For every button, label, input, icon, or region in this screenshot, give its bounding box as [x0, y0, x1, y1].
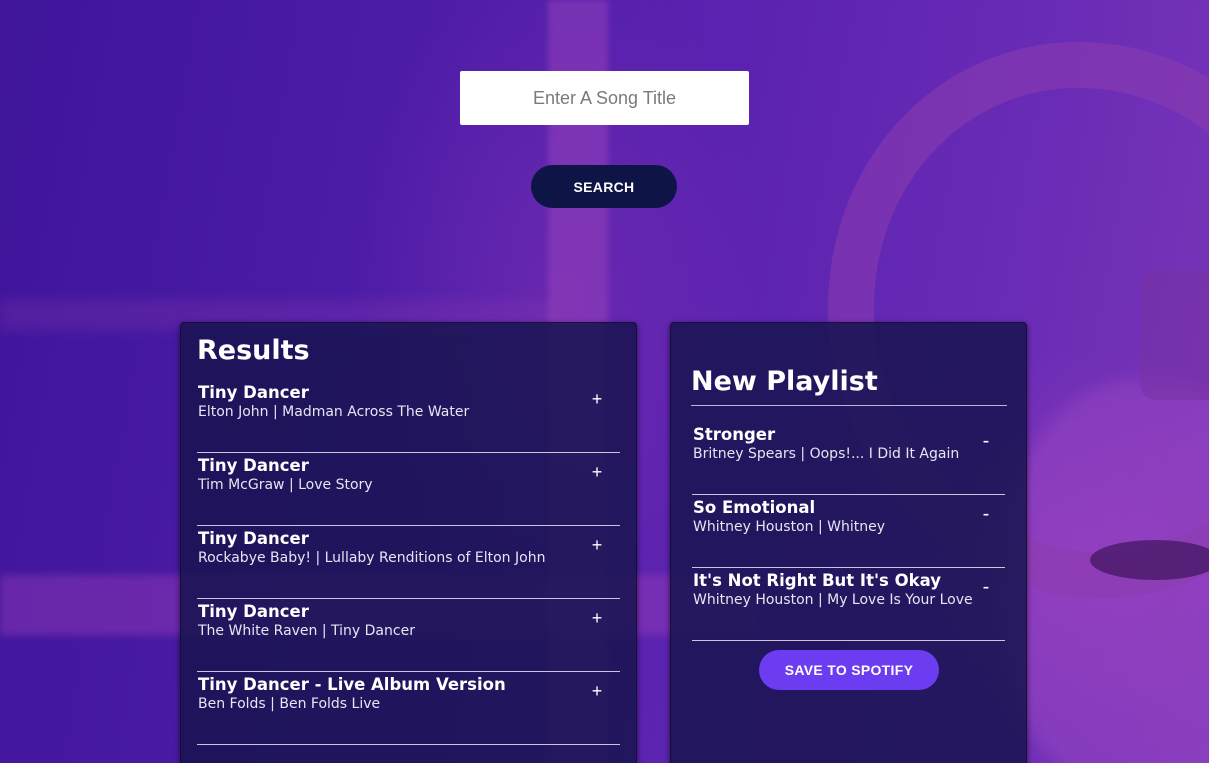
- results-title: Results: [197, 335, 310, 366]
- results-panel: Results Tiny Dancer Elton John | Madman …: [180, 322, 637, 763]
- playlist-name-input[interactable]: New Playlist: [691, 366, 1007, 406]
- track-name: So Emotional: [693, 498, 816, 517]
- track-name: Tiny Dancer - Live Album Version: [198, 675, 506, 694]
- remove-track-button[interactable]: -: [973, 428, 999, 454]
- track-name: Tiny Dancer: [198, 529, 309, 548]
- add-track-button[interactable]: +: [584, 605, 610, 631]
- track-info: Tim McGraw | Love Story: [198, 477, 373, 493]
- track-name: Tiny Dancer: [198, 602, 309, 621]
- track-info: Whitney Houston | Whitney: [693, 519, 885, 535]
- track-name: Tiny Dancer: [198, 456, 309, 475]
- result-track: Tiny Dancer The White Raven | Tiny Dance…: [197, 599, 620, 672]
- track-name: Stronger: [693, 425, 776, 444]
- playlist-track: It's Not Right But It's Okay Whitney Hou…: [692, 568, 1005, 641]
- track-info: Britney Spears | Oops!... I Did It Again: [693, 446, 960, 462]
- add-track-button[interactable]: +: [584, 459, 610, 485]
- song-search-input[interactable]: [460, 71, 749, 125]
- track-info: Ben Folds | Ben Folds Live: [198, 696, 381, 712]
- track-info: Rockabye Baby! | Lullaby Renditions of E…: [198, 550, 546, 566]
- result-track: Tiny Dancer Rockabye Baby! | Lullaby Ren…: [197, 526, 620, 599]
- add-track-button[interactable]: +: [584, 532, 610, 558]
- playlist-track-list: Stronger Britney Spears | Oops!... I Did…: [692, 422, 1005, 641]
- remove-track-button[interactable]: -: [973, 501, 999, 527]
- track-info: Whitney Houston | My Love Is Your Love: [693, 592, 973, 608]
- playlist-panel: New Playlist Stronger Britney Spears | O…: [670, 322, 1027, 763]
- save-to-spotify-button[interactable]: SAVE TO SPOTIFY: [759, 650, 939, 690]
- track-name: It's Not Right But It's Okay: [693, 571, 941, 590]
- add-track-button[interactable]: +: [584, 386, 610, 412]
- search-button[interactable]: SEARCH: [531, 165, 677, 208]
- remove-track-button[interactable]: -: [973, 574, 999, 600]
- playlist-track: So Emotional Whitney Houston | Whitney -: [692, 495, 1005, 568]
- results-track-list: Tiny Dancer Elton John | Madman Across T…: [197, 380, 620, 745]
- result-track: Tiny Dancer Tim McGraw | Love Story +: [197, 453, 620, 526]
- add-track-button[interactable]: +: [584, 678, 610, 704]
- track-info: The White Raven | Tiny Dancer: [198, 623, 415, 639]
- track-info: Elton John | Madman Across The Water: [198, 404, 470, 420]
- playlist-track: Stronger Britney Spears | Oops!... I Did…: [692, 422, 1005, 495]
- result-track: Tiny Dancer Elton John | Madman Across T…: [197, 380, 620, 453]
- result-track: Tiny Dancer - Live Album Version Ben Fol…: [197, 672, 620, 745]
- track-name: Tiny Dancer: [198, 383, 309, 402]
